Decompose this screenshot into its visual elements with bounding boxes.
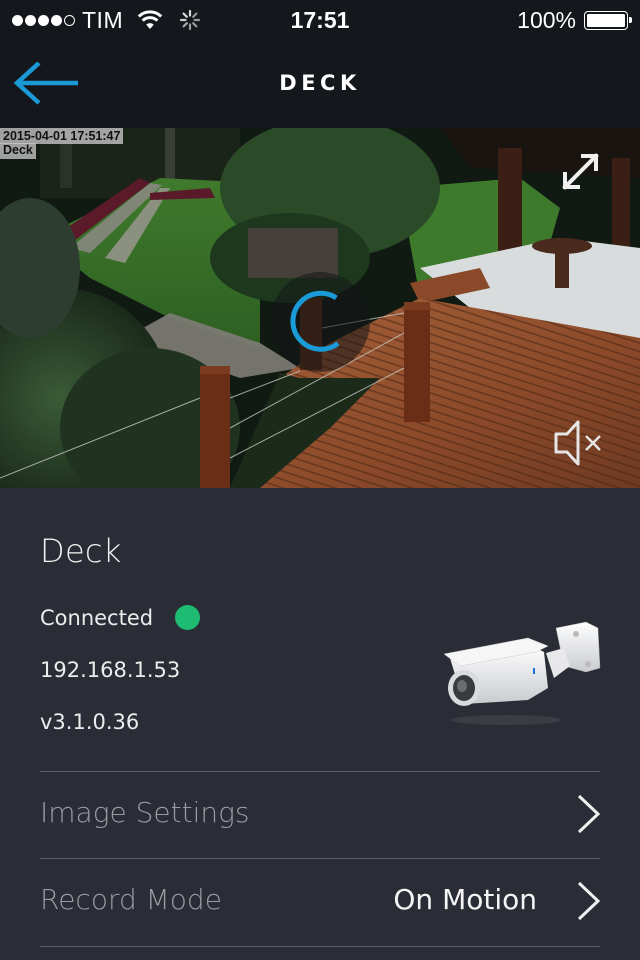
connection-status: Connected <box>40 605 201 630</box>
signal-dot <box>12 14 23 26</box>
image-settings-row[interactable]: Image Settings <box>0 772 640 858</box>
ip-address: 192.168.1.53 <box>40 658 181 682</box>
divider <box>40 946 600 947</box>
camera-name: Deck <box>40 532 122 570</box>
carrier-name: TIM <box>82 6 124 33</box>
status-bar: TIM 17:51 100% <box>0 0 640 40</box>
firmware-version: v3.1.0.36 <box>40 710 140 734</box>
mute-button[interactable] <box>552 418 608 468</box>
feed-timestamp: 2015-04-01 17:51:47 <box>0 128 124 144</box>
camera-live-feed[interactable]: 2015-04-01 17:51:47 Deck <box>0 128 640 488</box>
navigation-bar: DECK <box>0 40 640 128</box>
activity-spinner-icon <box>180 9 201 31</box>
signal-dot <box>51 14 62 26</box>
loading-spinner-icon <box>270 272 370 372</box>
signal-dot <box>25 14 36 26</box>
signal-dot-empty <box>64 14 75 26</box>
speaker-muted-icon <box>554 420 601 466</box>
bullet-camera-image <box>443 621 601 725</box>
status-bar-right: 100% <box>517 6 632 33</box>
expand-arrows-icon <box>562 153 599 190</box>
record-mode-label: Record Mode <box>40 883 222 916</box>
battery-icon <box>584 10 632 30</box>
image-settings-label: Image Settings <box>40 796 250 829</box>
wifi-icon <box>137 10 163 29</box>
status-indicator-dot <box>175 605 201 630</box>
connection-status-text: Connected <box>40 605 154 630</box>
status-bar-left: TIM <box>12 7 201 33</box>
record-mode-row[interactable]: Record Mode On Motion <box>0 859 640 945</box>
record-mode-value: On Motion <box>393 883 537 916</box>
battery-percentage: 100% <box>517 6 576 33</box>
cellular-signal-icon <box>12 14 75 26</box>
chevron-right-icon <box>577 794 601 834</box>
page-title: DECK <box>279 71 361 95</box>
fullscreen-button[interactable] <box>556 148 604 196</box>
signal-dot <box>38 14 49 26</box>
loading-indicator <box>268 270 372 374</box>
chevron-right-icon <box>577 881 601 921</box>
battery-fill <box>587 13 625 27</box>
camera-details-panel: Deck Connected 192.168.1.53 v3.1.0.36 Im… <box>0 488 640 960</box>
feed-camera-label: Deck <box>0 143 36 159</box>
